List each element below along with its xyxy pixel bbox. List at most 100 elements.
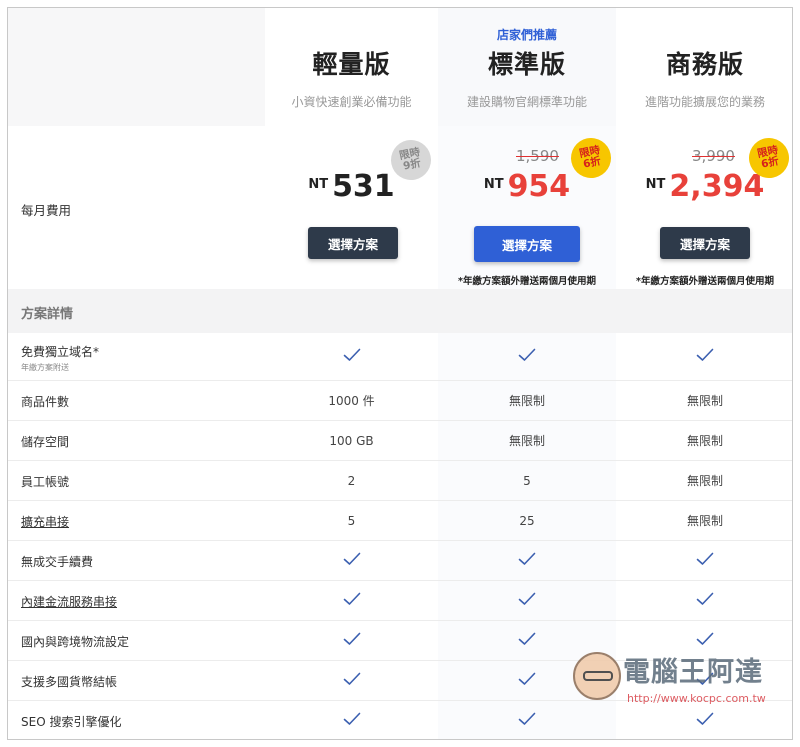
feature-value: 1000 件 xyxy=(328,394,375,408)
plan-name: 輕量版 xyxy=(312,50,391,79)
checkmark-icon xyxy=(518,591,536,610)
feature-label-link[interactable]: 擴充串接 xyxy=(21,515,69,529)
checkmark-icon xyxy=(343,551,361,570)
feature-row: 免費獨立域名* 年繳方案附送 xyxy=(8,333,792,381)
feature-value-cell: 25 xyxy=(438,501,616,540)
plan-name: 標準版 xyxy=(487,50,566,79)
section-title: 方案詳情 xyxy=(21,307,74,322)
price-row-label: 每月費用 xyxy=(21,203,72,218)
plan-header-lite: 輕量版 小資快速創業必備功能 xyxy=(265,8,438,126)
feature-value: 無限制 xyxy=(686,394,723,408)
feature-value: 100 GB xyxy=(329,433,374,448)
checkmark-icon xyxy=(696,671,714,690)
checkmark-icon xyxy=(696,551,714,570)
feature-value: 5 xyxy=(523,473,531,488)
feature-value-cell xyxy=(265,621,438,660)
annual-bonus-note: *年繳方案額外贈送兩個月使用期 xyxy=(458,276,596,287)
feature-row: 支援多國貨幣結帳 xyxy=(8,661,792,701)
feature-value: 無限制 xyxy=(686,434,723,448)
feature-value-cell: 無限制 xyxy=(616,501,792,540)
annual-bonus-note: *年繳方案額外贈送兩個月使用期 xyxy=(636,276,774,287)
feature-value-cell xyxy=(616,661,792,700)
checkmark-icon xyxy=(518,671,536,690)
feature-value-cell xyxy=(438,581,616,620)
feature-row: SEO 搜索引擎優化 xyxy=(8,701,792,739)
feature-label-cell: 無成交手續費 xyxy=(8,541,265,580)
plan-description: 進階功能擴展您的業務 xyxy=(644,95,765,109)
feature-value-cell xyxy=(265,333,438,380)
feature-value: 無限制 xyxy=(686,474,723,488)
plan-description: 小資快速創業必備功能 xyxy=(291,95,412,109)
feature-value-cell: 5 xyxy=(438,461,616,500)
feature-value-cell: 5 xyxy=(265,501,438,540)
feature-label: 免費獨立域名* xyxy=(21,344,100,359)
price-cell-standard: 1,590 NT 954 限時 6折 選擇方案 *年繳方案額外贈送兩個月使用期 xyxy=(438,126,616,289)
plan-header-business: 商務版 進階功能擴展您的業務 xyxy=(616,8,792,126)
plan-name: 商務版 xyxy=(665,50,744,79)
header-empty-cell xyxy=(8,8,265,126)
feature-label-cell: SEO 搜索引擎優化 xyxy=(8,701,265,739)
feature-label-cell: 免費獨立域名* 年繳方案附送 xyxy=(8,333,265,380)
feature-value-cell: 無限制 xyxy=(438,381,616,420)
feature-row: 無成交手續費 xyxy=(8,541,792,581)
checkmark-icon xyxy=(518,711,536,730)
checkmark-icon xyxy=(696,631,714,650)
badge-line-2: 6折 xyxy=(582,155,602,171)
feature-value-cell xyxy=(616,701,792,739)
feature-value-cell: 100 GB xyxy=(265,421,438,460)
currency-label: NT xyxy=(645,177,666,192)
original-price: 3,990 xyxy=(692,147,735,165)
feature-value: 2 xyxy=(347,473,356,488)
feature-value-cell xyxy=(616,333,792,380)
feature-row: 內建金流服務串接 xyxy=(8,581,792,621)
feature-sublabel: 年繳方案附送 xyxy=(21,362,69,372)
feature-value-cell xyxy=(438,541,616,580)
checkmark-icon xyxy=(696,591,714,610)
feature-label-cell: 儲存空間 xyxy=(8,421,265,460)
feature-label-link[interactable]: 內建金流服務串接 xyxy=(21,595,117,609)
select-plan-button-lite[interactable]: 選擇方案 xyxy=(308,227,398,259)
feature-label-cell: 內建金流服務串接 xyxy=(8,581,265,620)
feature-label: SEO 搜索引擎優化 xyxy=(21,715,122,729)
feature-value-cell xyxy=(265,701,438,739)
plan-description: 建設購物官網標準功能 xyxy=(466,95,587,109)
checkmark-icon xyxy=(696,347,714,366)
checkmark-icon xyxy=(518,551,536,570)
feature-label: 商品件數 xyxy=(21,395,70,409)
feature-row: 擴充串接 5 25 無限制 xyxy=(8,501,792,541)
feature-row: 儲存空間 100 GB 無限制 無限制 xyxy=(8,421,792,461)
price-cell-business: 3,990 NT 2,394 限時 6折 選擇方案 *年繳方案額外贈送兩個月使用… xyxy=(616,126,792,289)
badge-line-2: 9折 xyxy=(402,157,422,173)
feature-list: 免費獨立域名* 年繳方案附送 商品件數 1000 件無限制 無限制 儲存空間 100 GB 無… xyxy=(8,333,792,739)
monthly-price-row: 每月費用 NT 531 限時 9折 選擇方案 1,590 NT 954 限時 6… xyxy=(8,126,792,289)
feature-label-cell: 員工帳號 xyxy=(8,461,265,500)
checkmark-icon xyxy=(696,711,714,730)
select-plan-button-business[interactable]: 選擇方案 xyxy=(660,227,750,259)
feature-value-cell: 無限制 xyxy=(616,421,792,460)
checkmark-icon xyxy=(518,631,536,650)
feature-label: 無成交手續費 xyxy=(21,555,94,569)
select-plan-button-standard[interactable]: 選擇方案 xyxy=(474,226,580,262)
feature-value-cell xyxy=(265,581,438,620)
feature-label: 員工帳號 xyxy=(21,475,70,489)
badge-line-2: 6折 xyxy=(760,155,780,171)
feature-value-cell xyxy=(616,541,792,580)
currency-label: NT xyxy=(483,177,504,192)
feature-value: 5 xyxy=(347,513,356,528)
feature-value-cell xyxy=(616,581,792,620)
feature-value-cell xyxy=(265,661,438,700)
feature-value-cell xyxy=(616,621,792,660)
original-price: 1,590 xyxy=(516,147,559,165)
feature-value-cell: 無限制 xyxy=(616,461,792,500)
feature-value-cell xyxy=(438,661,616,700)
feature-value-cell xyxy=(438,701,616,739)
feature-label: 國內與跨境物流設定 xyxy=(21,635,130,649)
feature-value-cell xyxy=(438,621,616,660)
price-amount: 954 xyxy=(507,169,571,204)
checkmark-icon xyxy=(343,671,361,690)
checkmark-icon xyxy=(343,631,361,650)
checkmark-icon xyxy=(343,591,361,610)
feature-value-cell: 無限制 xyxy=(438,421,616,460)
price-label-cell: 每月費用 xyxy=(8,126,265,289)
feature-label: 儲存空間 xyxy=(21,435,70,449)
